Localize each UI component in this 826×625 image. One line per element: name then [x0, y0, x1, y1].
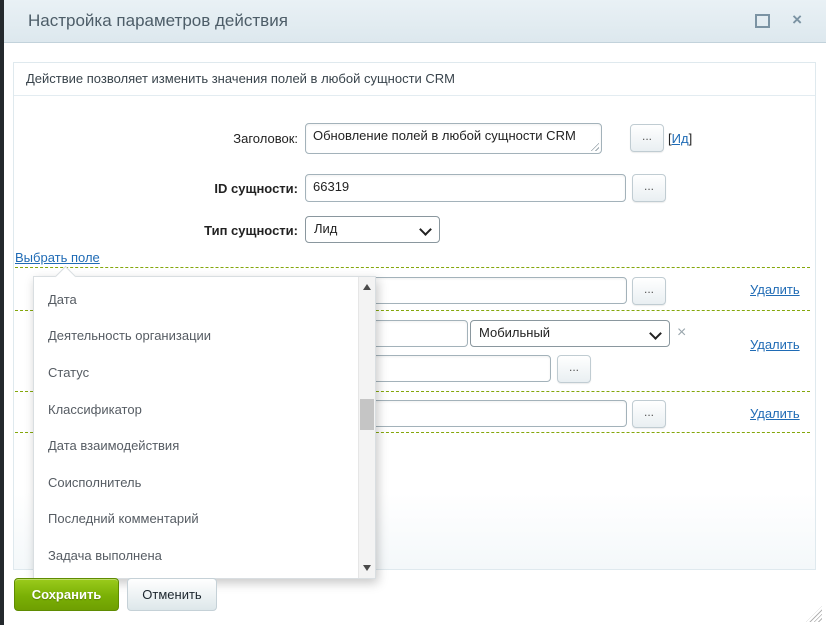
- dialog-titlebar: Настройка параметров действия ×: [4, 0, 826, 43]
- entity-type-value: Лид: [314, 221, 337, 236]
- scroll-down-icon[interactable]: [363, 565, 371, 571]
- field-row-3-more-button[interactable]: ...: [632, 400, 666, 428]
- select-field-link[interactable]: Выбрать поле: [15, 250, 100, 265]
- cancel-button[interactable]: Отменить: [127, 578, 217, 611]
- title-field-label: Заголовок:: [146, 131, 298, 146]
- scroll-up-icon[interactable]: [363, 284, 371, 290]
- list-item[interactable]: Статус: [34, 354, 357, 391]
- textarea-resize-handle-icon[interactable]: [590, 142, 599, 151]
- dialog-title: Настройка параметров действия: [28, 0, 288, 42]
- row-separator: [15, 267, 810, 268]
- id-link[interactable]: Ид: [672, 131, 689, 146]
- list-item[interactable]: Дата взаимодействия: [34, 427, 357, 464]
- field-picker-list: Дата Деятельность организации Статус Кла…: [34, 281, 357, 578]
- page-background-edge: [0, 0, 4, 625]
- entity-id-value: 66319: [313, 179, 349, 194]
- field-row-2-more-button[interactable]: ...: [557, 355, 591, 383]
- entity-id-more-button[interactable]: ...: [632, 174, 666, 202]
- bracket-close: ]: [689, 131, 693, 146]
- close-icon[interactable]: ×: [792, 10, 802, 30]
- window-resize-grip[interactable]: [806, 606, 822, 622]
- chevron-down-icon: [649, 327, 662, 340]
- chevron-down-icon: [419, 223, 432, 236]
- list-item[interactable]: Последний комментарий: [34, 501, 357, 538]
- title-field-textarea[interactable]: Обновление полей в любой сущности CRM: [305, 123, 602, 154]
- maximize-icon[interactable]: [755, 14, 770, 28]
- save-button[interactable]: Сохранить: [14, 578, 119, 611]
- list-item[interactable]: Деятельность организации: [34, 318, 357, 355]
- field-row-1-more-button[interactable]: ...: [632, 277, 666, 305]
- list-item[interactable]: Соисполнитель: [34, 464, 357, 501]
- list-item[interactable]: Классификатор: [34, 391, 357, 428]
- phone-type-select[interactable]: Мобильный: [470, 320, 670, 347]
- list-item[interactable]: Дата: [34, 281, 357, 318]
- list-item[interactable]: Задача выполнена: [34, 537, 357, 574]
- title-more-button[interactable]: ...: [630, 124, 664, 152]
- entity-id-label: ID сущности:: [146, 181, 298, 196]
- phone-type-value: Мобильный: [479, 325, 550, 340]
- action-settings-dialog: Настройка параметров действия × Действие…: [0, 0, 826, 625]
- field-row-2-delete-link[interactable]: Удалить: [750, 337, 800, 352]
- entity-id-input[interactable]: 66319: [305, 174, 626, 202]
- field-row-3-delete-link[interactable]: Удалить: [750, 406, 800, 421]
- scrollbar-thumb[interactable]: [360, 399, 374, 430]
- id-link-wrap: [Ид]: [668, 131, 692, 146]
- field-picker-dropdown: Дата Деятельность организации Статус Кла…: [33, 276, 376, 579]
- field-row-1-delete-link[interactable]: Удалить: [750, 282, 800, 297]
- dropdown-scrollbar[interactable]: [358, 277, 375, 578]
- remove-icon[interactable]: ×: [677, 325, 686, 341]
- action-description: Действие позволяет изменить значения пол…: [14, 63, 815, 96]
- entity-type-label: Тип сущности:: [146, 223, 298, 238]
- title-field-value: Обновление полей в любой сущности CRM: [313, 128, 576, 143]
- entity-type-select[interactable]: Лид: [305, 216, 440, 243]
